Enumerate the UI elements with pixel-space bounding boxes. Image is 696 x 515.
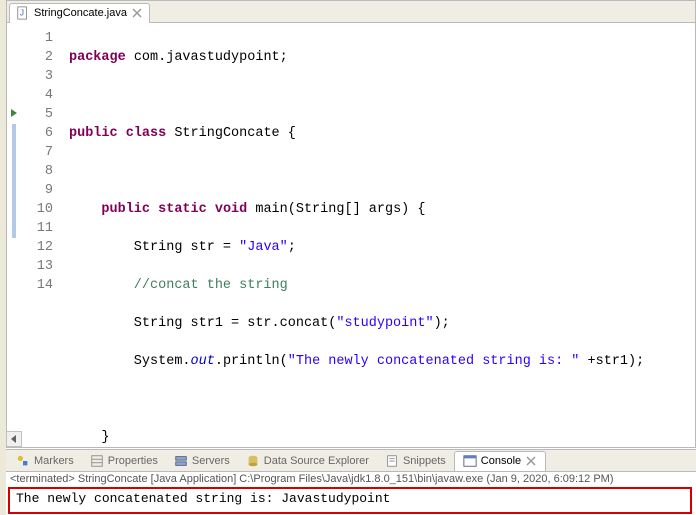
chevron-left-icon (10, 435, 18, 443)
tab-snippets[interactable]: Snippets (377, 451, 454, 471)
editor-tab-label: StringConcate.java (34, 7, 127, 19)
close-icon[interactable] (131, 7, 143, 19)
scroll-left-button[interactable] (6, 431, 22, 447)
marker-strip (7, 23, 21, 447)
snippets-icon (385, 454, 399, 468)
editor-tab-bar: J StringConcate.java (7, 1, 695, 23)
database-icon (246, 454, 260, 468)
tab-data-source-explorer[interactable]: Data Source Explorer (238, 451, 377, 471)
code-content[interactable]: package com.javastudypoint; public class… (61, 23, 695, 447)
console-view: <terminated> StringConcate [Java Applica… (6, 471, 696, 515)
editor-pane: J StringConcate.java 1 (6, 0, 696, 448)
servers-icon (174, 454, 188, 468)
svg-text:J: J (20, 9, 24, 18)
run-arrow-icon (11, 109, 17, 117)
line-number-gutter: 1 2 3 4 5 6 7 8 9 10 11 12 13 14 (21, 23, 61, 447)
tab-markers[interactable]: Markers (8, 451, 82, 471)
console-output-highlight: The newly concatenated string is: Javast… (8, 487, 692, 514)
console-icon (463, 454, 477, 468)
console-output-text: The newly concatenated string is: Javast… (16, 491, 390, 506)
tab-servers[interactable]: Servers (166, 451, 238, 471)
editor-tab-active[interactable]: J StringConcate.java (9, 3, 150, 23)
properties-icon (90, 454, 104, 468)
close-icon[interactable] (525, 455, 537, 467)
code-editor[interactable]: 1 2 3 4 5 6 7 8 9 10 11 12 13 14 package… (7, 23, 695, 447)
markers-icon (16, 454, 30, 468)
tab-properties[interactable]: Properties (82, 451, 166, 471)
console-status-line: <terminated> StringConcate [Java Applica… (6, 472, 696, 486)
bottom-views-tab-bar: Markers Properties Servers Data Source E… (6, 449, 696, 471)
java-file-icon: J (16, 6, 30, 20)
tab-console[interactable]: Console (454, 451, 546, 471)
